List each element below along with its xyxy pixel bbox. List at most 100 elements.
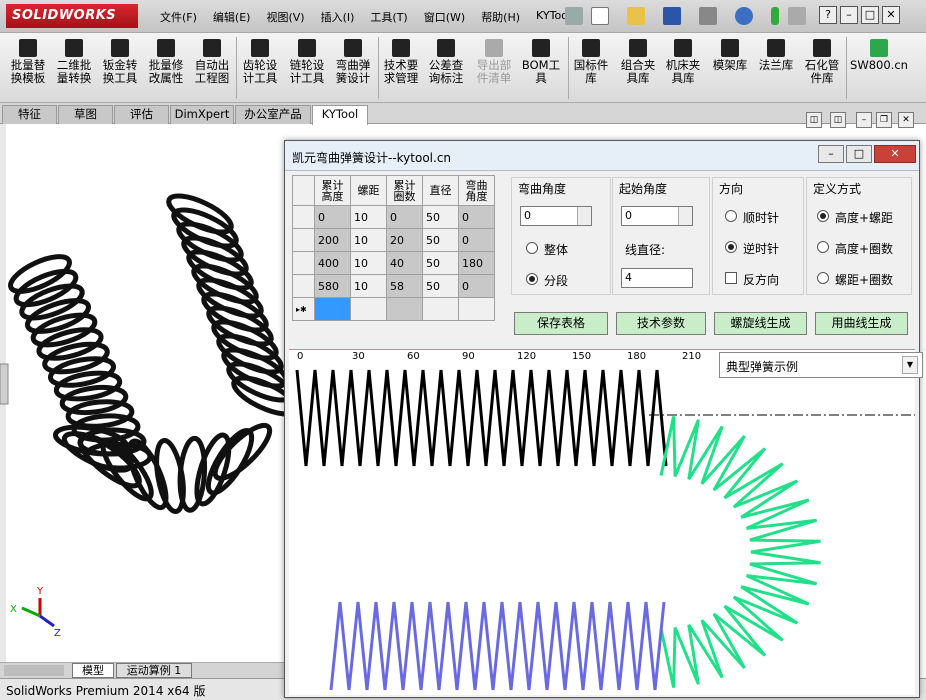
panel-toggle-handle[interactable] [0, 363, 9, 405]
menu-file[interactable]: 文件(F) [152, 9, 205, 25]
cmd-button-15[interactable]: 模架库 [708, 37, 752, 97]
table-cell[interactable]: 0 [458, 274, 495, 298]
table-header[interactable]: 螺距 [350, 175, 387, 206]
tab-model[interactable]: 模型 [72, 663, 114, 678]
cmd-button-17[interactable]: 石化管 件库 [800, 37, 844, 97]
table-row[interactable]: 0 10 0 50 0 [292, 205, 495, 229]
cmd-button-11[interactable]: BOM工具 [520, 37, 562, 97]
cmd-button-4[interactable]: 自动出 工程图 [190, 37, 234, 97]
table-cell[interactable]: 50 [422, 274, 459, 298]
doc-tile-icon[interactable]: ◫ [806, 112, 822, 128]
doc-tile2-icon[interactable]: ◫ [830, 112, 846, 128]
technical-params-button[interactable]: 技术参数 [616, 312, 706, 335]
table-cell[interactable]: 180 [458, 251, 495, 275]
restore-button[interactable]: □ [861, 6, 879, 24]
table-cell[interactable]: 58 [386, 274, 423, 298]
minimize-button[interactable]: – [840, 6, 858, 24]
tab-kytool[interactable]: KYTool [312, 105, 368, 125]
table-cell[interactable]: 0 [386, 205, 423, 229]
table-cell[interactable]: 0 [458, 228, 495, 252]
wire-diameter-input[interactable]: 4 [621, 268, 693, 288]
tab-features[interactable]: 特征 [2, 105, 57, 124]
rebuild-traffic-light-icon[interactable] [771, 7, 779, 25]
graphics-area[interactable]: Y X Z [0, 124, 286, 662]
cmd-button-0[interactable]: 批量替 换模板 [6, 37, 50, 97]
generate-helix-button[interactable]: 螺旋线生成 [714, 312, 807, 335]
tab-sketch[interactable]: 草图 [58, 105, 113, 124]
row-header[interactable] [292, 274, 315, 298]
table-cell[interactable]: 580 [314, 274, 351, 298]
doc-close-button[interactable]: ✕ [898, 112, 914, 128]
table-cell[interactable]: 0 [458, 205, 495, 229]
radio-counterclockwise[interactable] [725, 241, 737, 253]
radio-height-pitch[interactable] [817, 210, 829, 222]
table-cell[interactable] [350, 297, 387, 321]
undo-icon[interactable] [735, 7, 753, 25]
start-angle-spinner-icon[interactable] [678, 207, 692, 225]
cmd-button-13[interactable]: 组合夹 具库 [616, 37, 660, 97]
table-cell[interactable] [458, 297, 495, 321]
cmd-button-8[interactable]: 技术要 求管理 [380, 37, 422, 97]
radio-pitch-turns[interactable] [817, 272, 829, 284]
reverse-direction-checkbox[interactable] [725, 272, 737, 284]
table-new-row[interactable]: ▸✱ [292, 297, 495, 321]
help-icon[interactable]: ? [819, 6, 837, 24]
table-cell[interactable]: 10 [350, 274, 387, 298]
table-cell[interactable]: 0 [314, 205, 351, 229]
table-cell[interactable]: 50 [422, 205, 459, 229]
table-cell[interactable]: 400 [314, 251, 351, 275]
tab-dimxpert[interactable]: DimXpert [170, 105, 234, 124]
table-cell[interactable]: 10 [350, 228, 387, 252]
dialog-minimize-button[interactable]: – [818, 145, 844, 163]
table-header[interactable]: 弯曲 角度 [458, 175, 495, 206]
table-cell[interactable] [422, 297, 459, 321]
dialog-maximize-button[interactable]: □ [846, 145, 872, 163]
generate-from-curve-button[interactable]: 用曲线生成 [815, 312, 908, 335]
menu-window[interactable]: 窗口(W) [416, 9, 473, 25]
table-header[interactable]: 直径 [422, 175, 459, 206]
menu-tools[interactable]: 工具(T) [362, 9, 415, 25]
table-cell[interactable] [314, 297, 351, 321]
new-document-icon[interactable] [591, 7, 609, 25]
cmd-button-3[interactable]: 批量修 改属性 [144, 37, 188, 97]
dialog-close-button[interactable]: ✕ [874, 145, 916, 163]
table-cell[interactable]: 10 [350, 251, 387, 275]
cmd-button-7[interactable]: 弯曲弹 簧设计 [331, 37, 375, 97]
cmd-button-14[interactable]: 机床夹 具库 [662, 37, 704, 97]
table-cell[interactable]: 10 [350, 205, 387, 229]
options-icon[interactable] [788, 7, 806, 25]
table-row[interactable]: 400 10 40 50 180 [292, 251, 495, 275]
table-row[interactable]: 580 10 58 50 0 [292, 274, 495, 298]
radio-segmented[interactable] [526, 273, 538, 285]
save-icon[interactable] [663, 7, 681, 25]
cmd-button-10[interactable]: 导出部 件清单 [470, 37, 518, 97]
menu-view[interactable]: 视图(V) [258, 9, 312, 25]
table-header[interactable]: 累计 高度 [314, 175, 351, 206]
segment-grid[interactable]: 累计 高度 螺距 累计 圈数 直径 弯曲 角度 0 10 0 50 0 200 10 20 50 0 400 1… [292, 175, 495, 321]
doc-minimize-button[interactable]: – [856, 112, 872, 128]
close-button[interactable]: ✕ [882, 6, 900, 24]
menu-edit[interactable]: 编辑(E) [205, 9, 259, 25]
table-cell[interactable]: 50 [422, 228, 459, 252]
print-icon[interactable] [699, 7, 717, 25]
row-header[interactable] [292, 251, 315, 275]
table-cell[interactable]: 200 [314, 228, 351, 252]
menu-help[interactable]: 帮助(H) [473, 9, 528, 25]
cmd-button-6[interactable]: 链轮设 计工具 [285, 37, 329, 97]
cmd-button-12[interactable]: 国标件库 [570, 37, 612, 97]
row-header[interactable] [292, 228, 315, 252]
save-table-button[interactable]: 保存表格 [514, 312, 608, 335]
pin-icon[interactable] [565, 7, 583, 25]
tab-evaluate[interactable]: 评估 [114, 105, 169, 124]
table-row[interactable]: 200 10 20 50 0 [292, 228, 495, 252]
doc-restore-button[interactable]: ❐ [876, 112, 892, 128]
radio-whole[interactable] [526, 242, 538, 254]
cmd-button-2[interactable]: 钣金转 换工具 [98, 37, 142, 97]
row-header[interactable] [292, 205, 315, 229]
table-header[interactable]: 累计 圈数 [386, 175, 423, 206]
cmd-button-5[interactable]: 齿轮设 计工具 [238, 37, 282, 97]
cmd-button-18[interactable]: SW800.cn [850, 37, 908, 97]
cmd-button-16[interactable]: 法兰库 [756, 37, 796, 97]
table-cell[interactable]: 20 [386, 228, 423, 252]
tab-office-products[interactable]: 办公室产品 [235, 105, 311, 124]
